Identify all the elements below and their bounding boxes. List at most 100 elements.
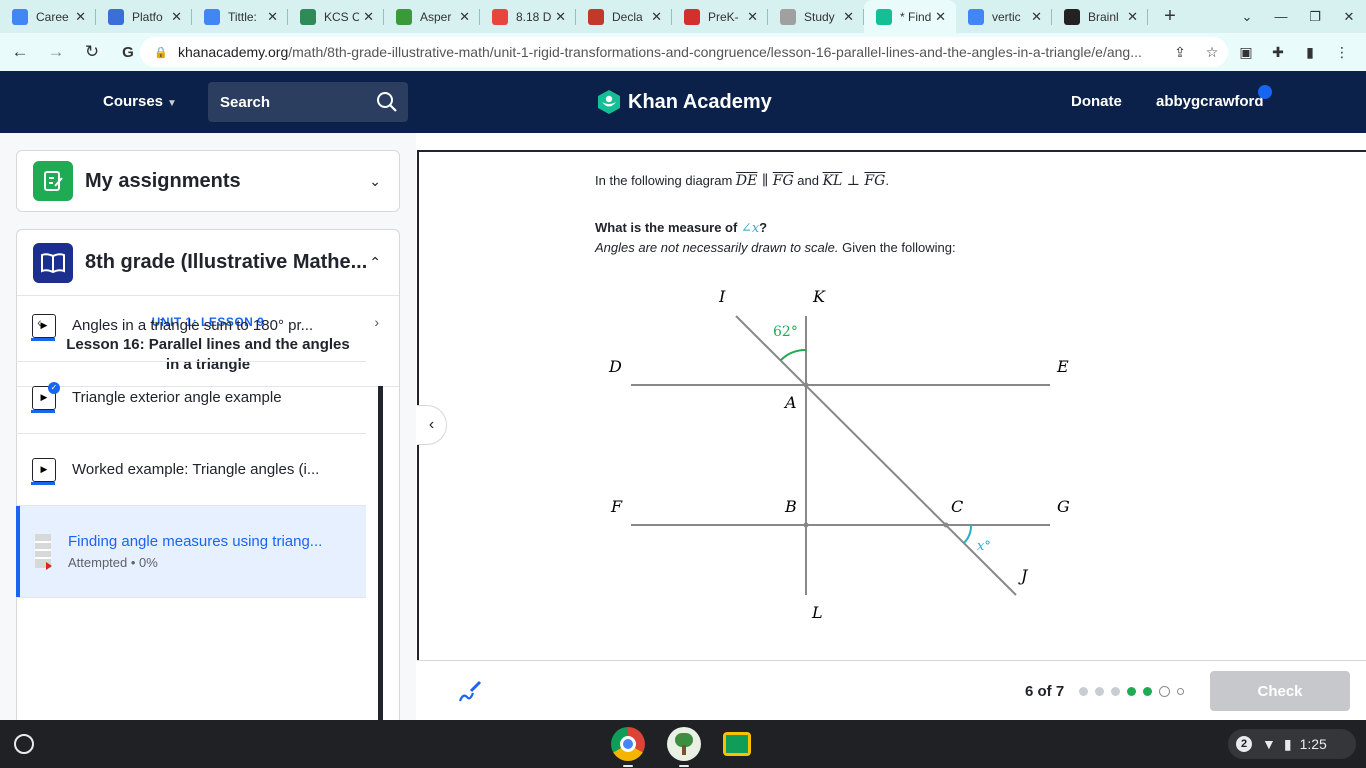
question-statement: In the following diagram DE ∥ FG and KL … [595, 173, 889, 189]
new-tab-icon[interactable]: + [1156, 5, 1184, 28]
point-b [803, 522, 809, 528]
list-item[interactable]: ▶ ✓ Triangle exterior angle example [16, 362, 366, 434]
browser-tab[interactable]: Caree ✕ [0, 0, 96, 33]
battery-icon: ▮ [1283, 735, 1292, 752]
geometry-diagram: I K D E A F B C G J L 62° x° [608, 287, 1070, 622]
label-b: B [784, 497, 797, 516]
progress-dot-current [1159, 686, 1170, 697]
ring-icon [492, 8, 508, 25]
close-tab-icon[interactable]: ✕ [75, 9, 86, 25]
segment-fg: FG [772, 173, 794, 189]
given-angle-arc [780, 348, 807, 361]
courses-menu[interactable]: Courses ▼ [103, 93, 177, 110]
browser-tab[interactable]: Asper ✕ [384, 0, 480, 33]
m-icon [684, 8, 700, 25]
close-tab-icon[interactable]: ✕ [171, 9, 182, 25]
launcher-icon[interactable] [14, 734, 34, 754]
side-panel-icon[interactable]: ▮ [1294, 44, 1326, 61]
tab-title: KCS C [324, 9, 360, 24]
courses-label: Courses [103, 93, 164, 110]
scratchpad-pencil-icon[interactable] [457, 679, 483, 705]
browser-tab[interactable]: Platfo ✕ [96, 0, 192, 33]
chrome-app-icon[interactable] [611, 727, 645, 767]
forward-icon[interactable]: → [40, 42, 72, 62]
sidebar-scrollbar[interactable] [378, 386, 383, 720]
unknown-angle-arc [963, 524, 973, 544]
item-label: Triangle exterior angle example [72, 389, 282, 406]
menu-dots-icon[interactable]: ⋮ [1326, 44, 1358, 61]
close-tab-icon[interactable]: ✕ [1031, 9, 1042, 25]
line-ij [735, 315, 1017, 596]
check-button[interactable]: Check [1210, 671, 1350, 711]
point-c [943, 522, 949, 528]
lesson-item-list: ▶ Angles in a triangle sum to 180° pr...… [16, 290, 366, 598]
browser-tab[interactable]: vertic ✕ [956, 0, 1052, 33]
khan-icon [876, 8, 892, 25]
close-tab-icon[interactable]: ✕ [1127, 9, 1138, 25]
search-box[interactable]: Search [208, 82, 408, 122]
unknown-angle-label: x° [977, 539, 991, 554]
video-icon: ▶ [31, 457, 56, 485]
item-label: Finding angle measures using triang... [68, 533, 323, 550]
address-bar[interactable]: 🔒 khanacademy.org/math/8th-grade-illustr… [140, 37, 1228, 67]
close-tab-icon[interactable]: ✕ [267, 9, 278, 25]
close-tab-icon[interactable]: ✕ [363, 9, 374, 25]
browser-tab[interactable]: PreK- ✕ [672, 0, 768, 33]
chevron-down-icon[interactable]: ⌄ [369, 173, 381, 190]
system-tray[interactable]: 2 ▼ ▮ 1:25 [1228, 729, 1356, 759]
next-lesson-icon[interactable]: › [374, 314, 379, 330]
question-ask: What is the measure of ∠x? [595, 220, 767, 236]
close-tab-icon[interactable]: ✕ [747, 9, 758, 25]
my-assignments-card[interactable]: My assignments ⌄ [16, 150, 400, 212]
browser-tab[interactable]: KCS C ✕ [288, 0, 384, 33]
extension-icon[interactable]: ▣ [1230, 44, 1262, 61]
khan-logo[interactable]: Khan Academy [596, 89, 772, 115]
note-italic: Angles are not necessarily drawn to scal… [595, 240, 839, 255]
wifi-icon: ▼ [1262, 736, 1276, 752]
browser-tab[interactable]: Brainl ✕ [1052, 0, 1148, 33]
close-tab-icon[interactable]: ✕ [459, 9, 470, 25]
bookmark-star-icon[interactable]: ☆ [1196, 44, 1228, 61]
docs-icon [204, 8, 220, 25]
tab-title: Asper [420, 9, 452, 24]
user-menu[interactable]: abbygcrawford [1156, 93, 1264, 110]
chevron-up-icon[interactable]: ⌃ [369, 254, 381, 271]
tree-app-icon[interactable] [667, 727, 701, 767]
browser-tab[interactable]: 8.18 D ✕ [480, 0, 576, 33]
and-text: and [793, 173, 823, 188]
quizlet-icon [780, 8, 796, 25]
close-tab-icon[interactable]: ✕ [651, 9, 662, 25]
browser-tab[interactable]: Study ✕ [768, 0, 864, 33]
tab-title: vertic [992, 9, 1021, 24]
course-header[interactable]: 8th grade (Illustrative Mathe... ⌃ [17, 230, 399, 296]
kcs-icon [300, 8, 316, 25]
browser-tab[interactable]: Tittle: ✕ [192, 0, 288, 33]
share-icon[interactable]: ⇪ [1164, 44, 1196, 61]
notification-count: 2 [1236, 736, 1252, 752]
reload-icon[interactable]: ↻ [76, 42, 108, 62]
list-item[interactable]: ▶ Angles in a triangle sum to 180° pr... [16, 290, 366, 362]
puzzle-icon[interactable]: ✚ [1262, 44, 1294, 61]
close-tab-icon[interactable]: ✕ [935, 9, 946, 25]
site-header: Courses ▼ Search Khan Academy Donate abby… [0, 71, 1366, 133]
donate-link[interactable]: Donate [1071, 93, 1122, 110]
tab-search-icon[interactable]: ⌄ [1230, 9, 1264, 25]
close-tab-icon[interactable]: ✕ [555, 9, 566, 25]
close-tab-icon[interactable]: ✕ [843, 9, 854, 25]
browser-tab[interactable]: Decla ✕ [576, 0, 672, 33]
minimize-icon[interactable]: — [1264, 9, 1298, 24]
segment-kl: KL [822, 173, 843, 189]
note-rest: Given the following: [838, 240, 956, 255]
classroom-app-icon[interactable] [723, 732, 751, 756]
google-icon [968, 8, 984, 25]
label-k: K [812, 287, 826, 306]
browser-tab[interactable]: * Find ✕ [864, 0, 956, 33]
lock-icon[interactable]: 🔒 [154, 46, 168, 59]
restore-icon[interactable]: ❐ [1298, 9, 1332, 25]
url-path: /math/8th-grade-illustrative-math/unit-1… [288, 44, 1142, 60]
list-item[interactable]: ▶ Worked example: Triangle angles (i... [16, 434, 366, 506]
list-item-active[interactable]: Finding angle measures using triang... A… [16, 506, 366, 598]
close-window-icon[interactable]: ✕ [1332, 9, 1366, 25]
back-icon[interactable]: ← [4, 42, 36, 62]
progress-text: 6 of 7 [1025, 683, 1065, 700]
